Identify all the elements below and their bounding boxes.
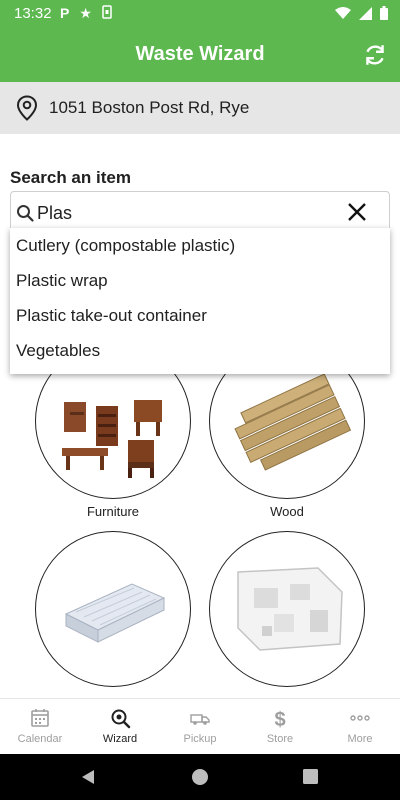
search-label: Search an item [10, 168, 131, 187]
system-navigation-bar [0, 754, 400, 800]
tab-store[interactable]: $ Store [240, 699, 320, 754]
sim-icon [102, 5, 112, 22]
tab-label: Pickup [183, 733, 217, 745]
status-bar: 13:32 P ★ [0, 0, 400, 28]
tab-calendar[interactable]: Calendar [0, 699, 80, 754]
address-text: 1051 Boston Post Rd, Rye [49, 98, 250, 117]
status-notification-icons: P ★ [60, 5, 112, 22]
address-bar[interactable]: 1051 Boston Post Rd, Rye [0, 82, 400, 134]
star-icon: ★ [79, 5, 92, 21]
home-icon[interactable] [191, 768, 209, 786]
app-bar: Waste Wizard [0, 28, 400, 82]
battery-icon [380, 6, 388, 25]
more-dots-icon [350, 715, 370, 721]
app-title: Waste Wizard [135, 43, 265, 65]
search-icon [17, 205, 34, 222]
tab-label: Store [266, 733, 294, 745]
tab-label: Calendar [17, 733, 63, 745]
refresh-button[interactable] [362, 42, 388, 68]
calendar-icon [31, 709, 49, 727]
tab-label: More [347, 733, 373, 745]
suggestion-item[interactable]: Plastic take-out container [10, 306, 390, 341]
mattress-image [35, 531, 191, 687]
close-icon[interactable] [347, 202, 367, 222]
foam-packaging-image [209, 531, 365, 687]
wizard-search-icon [111, 709, 131, 729]
suggestion-item[interactable]: Cutlery (compostable plastic) [10, 236, 390, 271]
wifi-icon [335, 6, 351, 25]
svg-text:$: $ [274, 709, 285, 729]
category-label: Furniture [86, 504, 140, 519]
signal-icon [359, 6, 372, 25]
search-input[interactable] [37, 198, 337, 228]
location-pin-icon [16, 95, 38, 121]
recents-icon[interactable] [303, 769, 318, 784]
refresh-icon [366, 45, 384, 65]
bottom-navigation: Calendar Wizard Pickup $ Store More [0, 698, 400, 754]
suggestion-item[interactable]: Plastic wrap [10, 271, 390, 306]
tab-more[interactable]: More [320, 699, 400, 754]
status-time: 13:32 [14, 5, 52, 22]
tab-label: Wizard [102, 733, 138, 745]
tab-wizard[interactable]: Wizard [80, 699, 160, 754]
tab-pickup[interactable]: Pickup [160, 699, 240, 754]
search-box[interactable] [10, 191, 390, 233]
category-mattress[interactable] [35, 531, 191, 692]
suggestion-dropdown: Cutlery (compostable plastic) Plastic wr… [10, 228, 390, 374]
back-icon[interactable] [80, 769, 96, 785]
status-system-icons [335, 6, 388, 25]
category-label: Wood [270, 504, 304, 519]
category-foam-packaging[interactable] [209, 531, 365, 692]
dollar-icon: $ [274, 709, 285, 729]
truck-icon [190, 714, 210, 725]
p-icon: P [60, 5, 70, 21]
suggestion-item[interactable]: Vegetables [10, 341, 390, 376]
